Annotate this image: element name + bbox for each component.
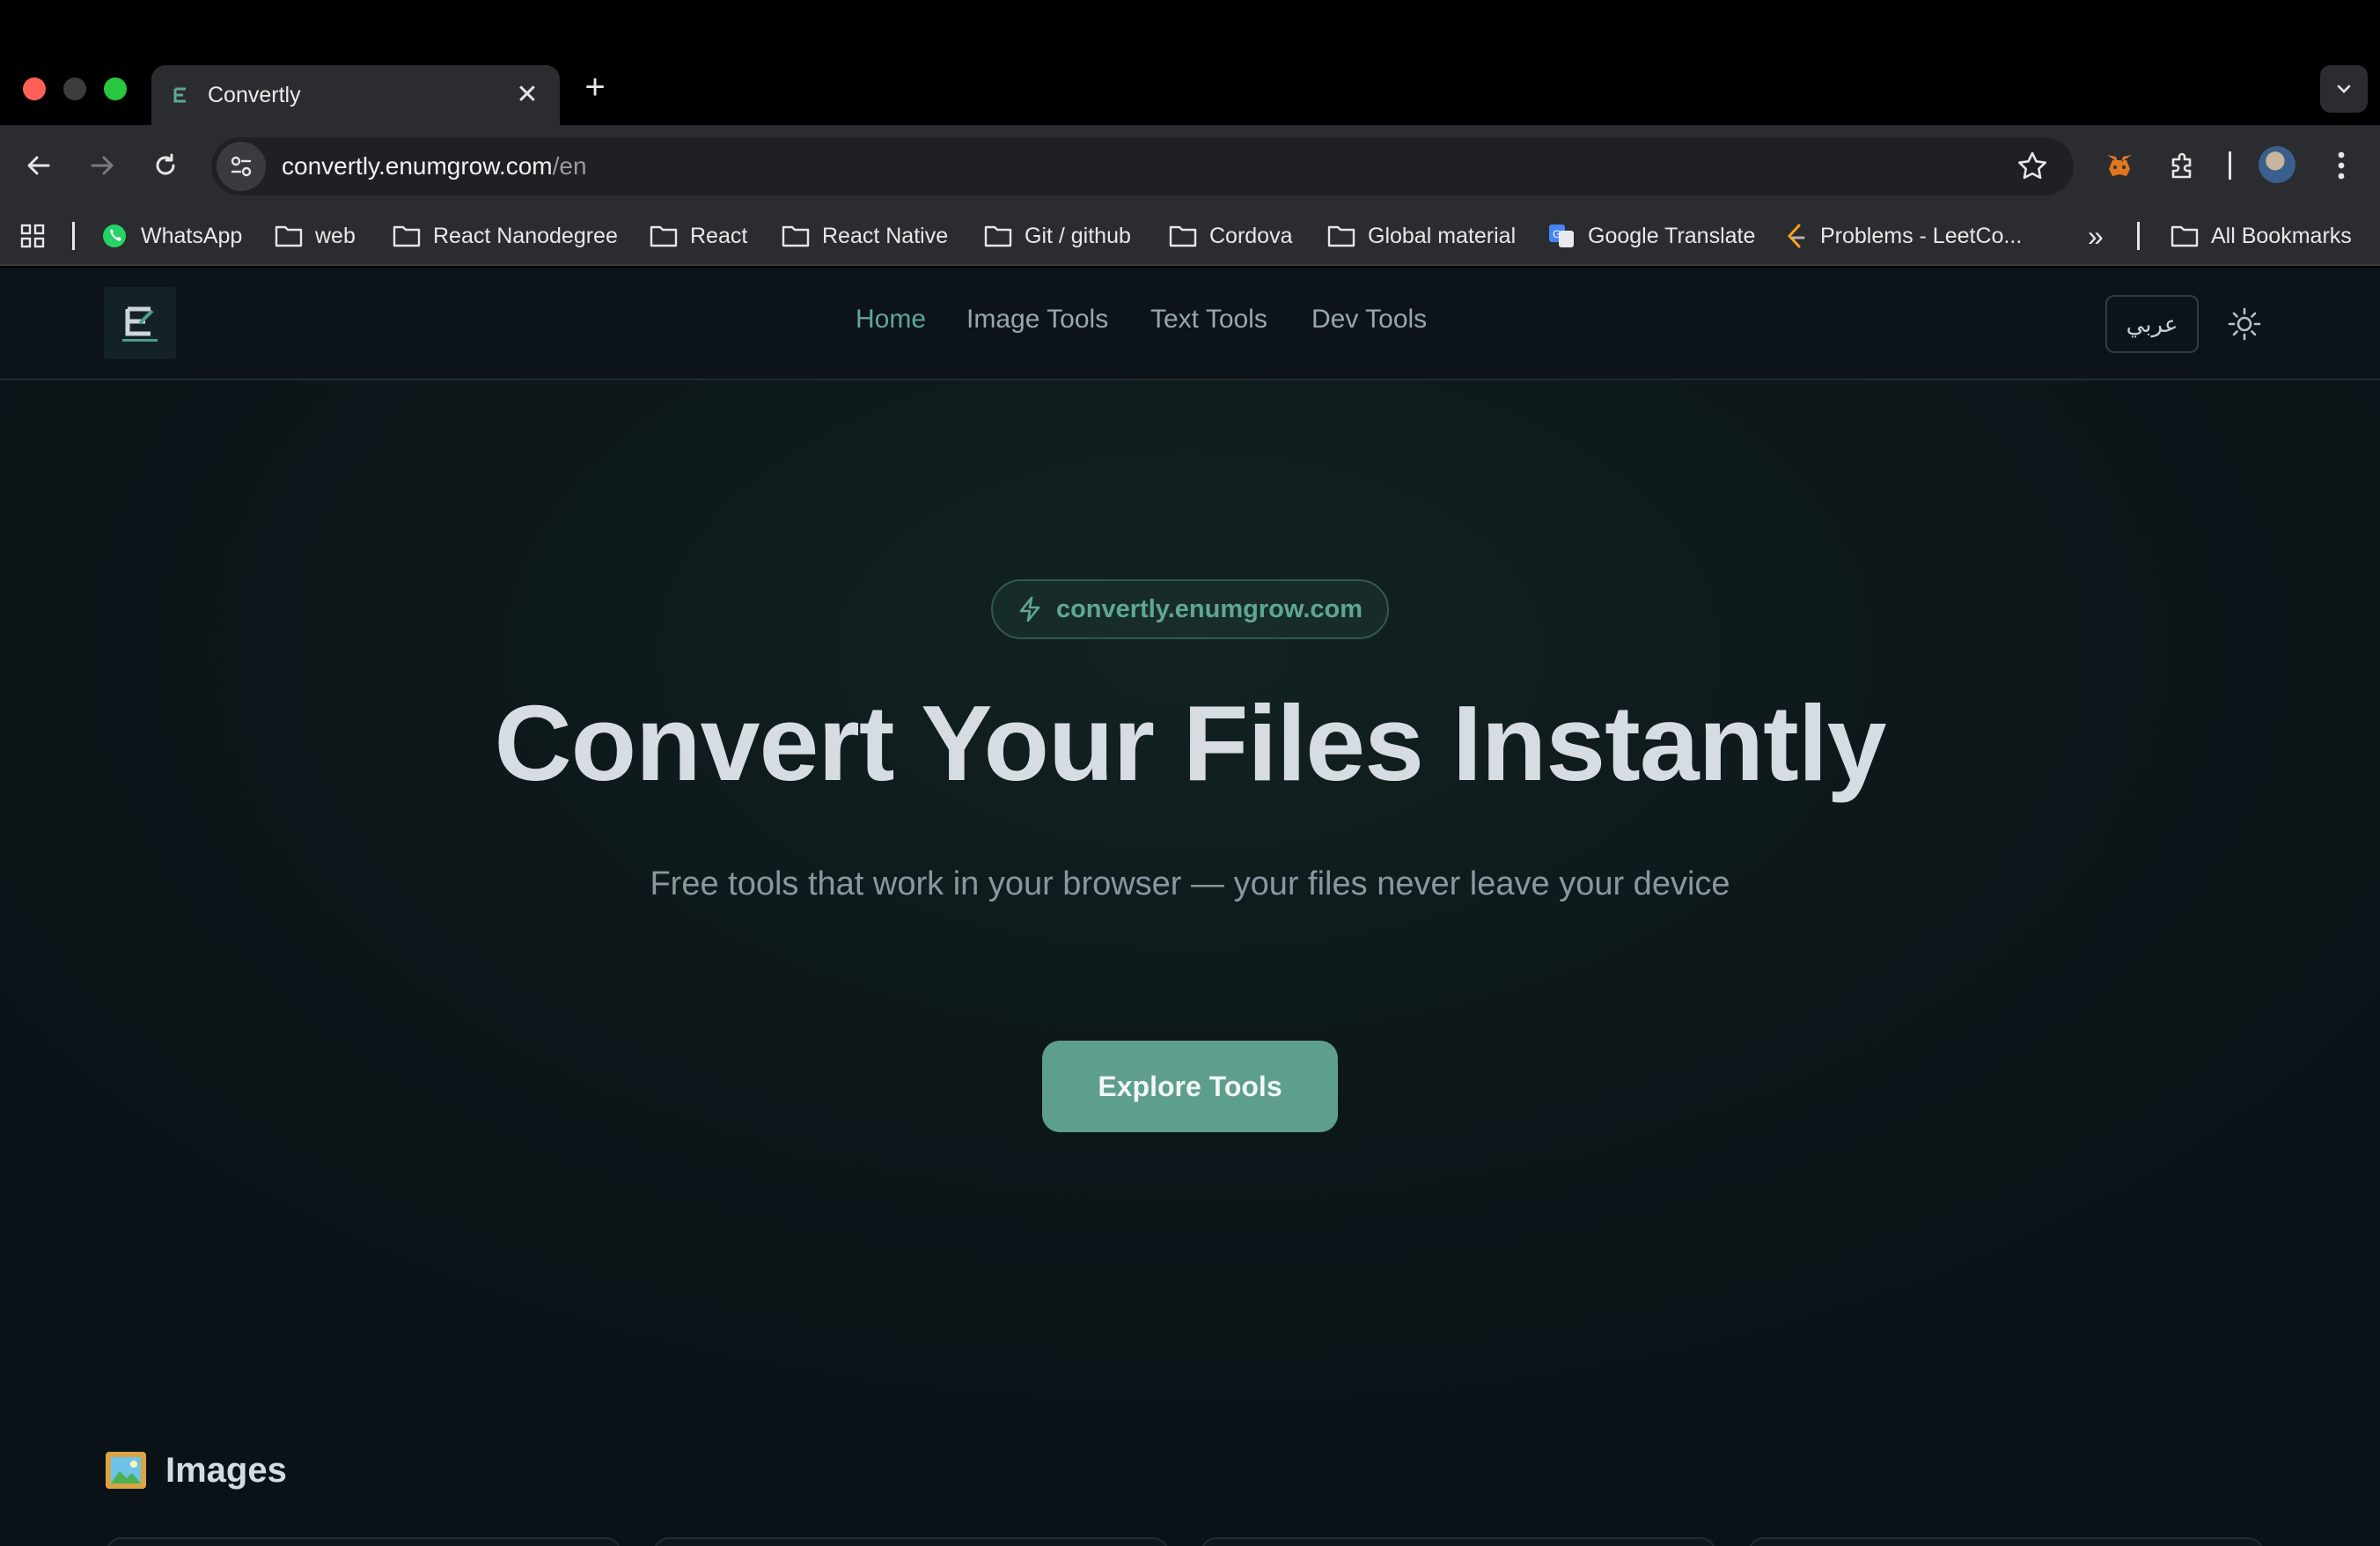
browser-toolbar: convertly.enumgrow.com/en (0, 125, 2380, 206)
convertly-favicon-icon (171, 85, 192, 106)
bookmarks-separator (72, 222, 75, 250)
bookmark-google-translate[interactable]: G Google Translate (1547, 206, 1755, 266)
folder-icon (2171, 224, 2199, 248)
address-bar[interactable]: convertly.enumgrow.com/en (211, 137, 2074, 195)
bookmark-folder-cordova[interactable]: Cordova (1169, 206, 1293, 266)
url-path: /en (552, 152, 587, 180)
tool-card[interactable] (653, 1537, 1169, 1546)
url-host: convertly.enumgrow.com (282, 152, 553, 180)
bookmark-label: Google Translate (1588, 223, 1756, 248)
bookmarks-separator (2137, 222, 2140, 250)
nav-link-dev-tools[interactable]: Dev Tools (1311, 305, 1427, 335)
folder-icon (984, 224, 1012, 248)
tab-title: Convertly (208, 82, 301, 107)
folder-icon (650, 224, 678, 248)
tool-card[interactable] (106, 1537, 621, 1546)
bookmark-all-bookmarks[interactable]: All Bookmarks (2171, 206, 2352, 266)
new-tab-button[interactable]: + (577, 70, 613, 106)
folder-icon (393, 224, 421, 248)
window-close-button[interactable] (23, 77, 46, 100)
bookmark-label: Cordova (1209, 223, 1293, 248)
images-section-header: Images (104, 1444, 287, 1497)
bookmark-label: Git / github (1025, 223, 1131, 248)
profile-avatar[interactable] (2259, 146, 2296, 183)
folder-icon (782, 224, 810, 248)
sun-theme-toggle-icon[interactable] (2227, 306, 2262, 342)
images-section-title: Images (165, 1450, 287, 1490)
bookmark-star-icon[interactable] (2016, 150, 2049, 183)
bookmark-label: All Bookmarks (2211, 223, 2352, 248)
browser-tab-convertly[interactable]: Convertly ✕ (151, 65, 560, 125)
reload-button[interactable] (144, 144, 187, 187)
more-bookmarks-button[interactable]: » (2088, 206, 2104, 266)
whatsapp-icon (100, 222, 129, 250)
tune-icon (231, 156, 252, 177)
back-arrow-icon (27, 156, 50, 175)
kebab-menu-icon (2338, 151, 2345, 180)
browser-menu-button[interactable] (2320, 144, 2362, 187)
tool-card[interactable] (1748, 1537, 2264, 1546)
bookmark-label: React Nanodegree (433, 223, 618, 248)
language-toggle-button[interactable]: عربي (2105, 295, 2199, 353)
bookmark-folder-global-material[interactable]: Global material (1327, 206, 1516, 266)
bookmark-folder-react[interactable]: React (650, 206, 747, 266)
reload-icon (156, 153, 175, 175)
bookmark-leetcode[interactable]: Problems - LeetCo... (1783, 206, 2022, 266)
bookmark-label: Problems - LeetCo... (1820, 223, 2023, 248)
bookmark-whatsapp[interactable]: WhatsApp (100, 206, 242, 266)
bookmark-folder-react-nanodegree[interactable]: React Nanodegree (393, 206, 618, 266)
bookmark-label: web (315, 223, 356, 248)
nav-link-image-tools[interactable]: Image Tools (966, 305, 1108, 335)
bookmark-folder-web[interactable]: web (275, 206, 356, 266)
folder-icon (1327, 224, 1355, 248)
browser-tab-strip: Convertly ✕ + (0, 0, 2380, 125)
page-viewport: Home Image Tools Text Tools Dev Tools عر… (0, 268, 2380, 1546)
hero-title: Convert Your Files Instantly (494, 683, 1887, 803)
bookmark-label: WhatsApp (141, 223, 243, 248)
address-url: convertly.enumgrow.com/en (282, 152, 587, 180)
bookmark-folder-git-github[interactable]: Git / github (984, 206, 1131, 266)
tab-close-icon[interactable]: ✕ (514, 82, 540, 108)
chevron-down-icon (2337, 85, 2351, 93)
bookmark-folder-react-native[interactable]: React Native (782, 206, 948, 266)
site-navbar: Home Image Tools Text Tools Dev Tools عر… (0, 268, 2380, 380)
tool-card[interactable] (1201, 1537, 1716, 1546)
explore-tools-button[interactable]: Explore Tools (1042, 1041, 1338, 1132)
bookmarks-bar: WhatsApp web React Nanodegree React Reac… (0, 206, 2380, 266)
bookmark-label: React (690, 223, 748, 248)
nav-link-home[interactable]: Home (856, 305, 926, 335)
extensions-puzzle-icon[interactable] (2162, 144, 2204, 187)
domain-badge-text: convertly.enumgrow.com (1055, 594, 1363, 623)
forward-arrow-icon (91, 156, 114, 175)
metamask-extension-icon[interactable] (2098, 144, 2141, 187)
window-zoom-button[interactable] (104, 77, 127, 100)
domain-badge: convertly.enumgrow.com (991, 579, 1389, 639)
window-minimize-button[interactable] (63, 77, 86, 100)
tab-search-button[interactable] (2320, 65, 2368, 113)
leetcode-icon (1783, 222, 1808, 250)
folder-icon (1169, 224, 1197, 248)
folder-icon (275, 224, 303, 248)
toolbar-separator (2229, 151, 2231, 180)
nav-link-text-tools[interactable]: Text Tools (1150, 305, 1267, 335)
bookmark-label: React Native (822, 223, 949, 248)
primary-nav: Home Image Tools Text Tools Dev Tools (0, 268, 2380, 380)
bookmark-label: Global material (1368, 223, 1517, 248)
google-translate-icon: G (1547, 222, 1576, 250)
site-info-button[interactable] (217, 142, 266, 191)
apps-grid-icon (20, 224, 45, 248)
back-button[interactable] (18, 144, 60, 187)
framed-picture-icon (106, 1452, 146, 1489)
forward-button[interactable] (81, 144, 123, 187)
hero-subtitle: Free tools that work in your browser — y… (650, 865, 1730, 902)
lightning-bolt-icon (1019, 596, 1040, 622)
apps-grid-button[interactable] (19, 206, 46, 266)
svg-text:G: G (1553, 228, 1561, 240)
